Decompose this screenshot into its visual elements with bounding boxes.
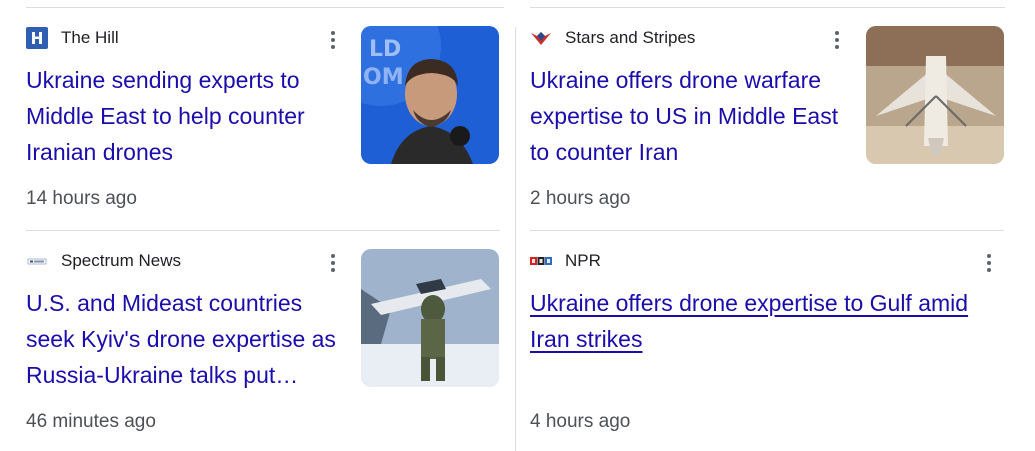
source-name: Stars and Stripes — [565, 28, 696, 47]
headline-link[interactable]: Ukraine offers drone warfare expertise t… — [530, 62, 850, 170]
news-card-npr[interactable]: NPR Ukraine offers drone expertise to Gu… — [530, 231, 1008, 436]
source-row: Stars and Stripes — [530, 26, 695, 50]
headline-link[interactable]: U.S. and Mideast countries seek Kyiv's d… — [26, 285, 346, 393]
svg-text:LD: LD — [369, 37, 401, 62]
more-vert-icon[interactable] — [825, 26, 849, 54]
headline-link[interactable]: Ukraine offers drone expertise to Gulf a… — [530, 285, 995, 357]
news-card-spectrum-news[interactable]: Spectrum News U.S. and Mideast countries… — [26, 231, 504, 436]
npr-logo-icon — [530, 250, 552, 272]
source-row: NPR — [530, 249, 601, 273]
more-vert-icon[interactable] — [321, 26, 345, 54]
more-vert-icon[interactable] — [321, 249, 345, 277]
zelensky-speaking-thumbnail[interactable]: LD OM — [361, 26, 499, 164]
soldier-carrying-drone-thumbnail[interactable] — [361, 249, 499, 387]
news-grid: The Hill Ukraine sending experts to Midd… — [0, 0, 1035, 451]
news-card-the-hill[interactable]: The Hill Ukraine sending experts to Midd… — [26, 8, 504, 213]
divider-vertical — [515, 27, 516, 451]
source-row: Spectrum News — [26, 249, 181, 273]
timestamp: 2 hours ago — [530, 188, 631, 209]
source-row: The Hill — [26, 26, 119, 50]
more-vert-icon[interactable] — [977, 249, 1001, 277]
timestamp: 46 minutes ago — [26, 411, 156, 432]
source-name: Spectrum News — [61, 251, 181, 270]
timestamp: 14 hours ago — [26, 188, 137, 209]
drone-display-thumbnail[interactable] — [866, 26, 1004, 164]
news-card-stars-and-stripes[interactable]: Stars and Stripes Ukraine offers drone w… — [530, 8, 1008, 213]
svg-text:OM: OM — [363, 65, 404, 90]
stars-and-stripes-logo-icon — [530, 27, 552, 49]
timestamp: 4 hours ago — [530, 411, 631, 432]
source-name: The Hill — [61, 28, 119, 47]
spectrum-news-logo-icon — [26, 250, 48, 272]
headline-link[interactable]: Ukraine sending experts to Middle East t… — [26, 62, 346, 170]
the-hill-logo-icon — [26, 27, 48, 49]
source-name: NPR — [565, 251, 601, 270]
